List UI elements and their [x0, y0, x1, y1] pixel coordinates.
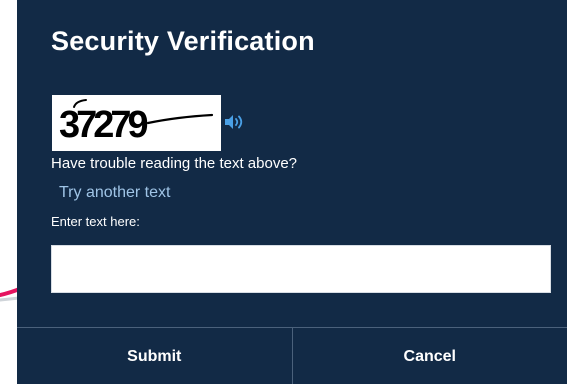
audio-captcha-button[interactable] — [223, 111, 245, 133]
submit-button[interactable]: Submit — [17, 328, 292, 384]
try-another-text-link[interactable]: Try another text — [59, 184, 170, 202]
page: Security Verification 37279 Have trouble… — [0, 0, 567, 384]
dialog-title: Security Verification — [51, 26, 315, 56]
captcha-row: 37279 — [52, 95, 245, 151]
dialog-footer: Submit Cancel — [17, 327, 567, 384]
captcha-graphic: 37279 — [59, 99, 214, 146]
speaker-icon — [225, 114, 243, 129]
captcha-help-text: Have trouble reading the text above? — [51, 155, 297, 172]
captcha-text: 37279 — [59, 104, 148, 146]
captcha-input-label: Enter text here: — [51, 214, 140, 229]
cancel-button[interactable]: Cancel — [291, 328, 567, 384]
captcha-image: 37279 — [52, 95, 221, 151]
captcha-input[interactable] — [51, 245, 551, 293]
security-verification-dialog: Security Verification 37279 Have trouble… — [17, 0, 567, 384]
